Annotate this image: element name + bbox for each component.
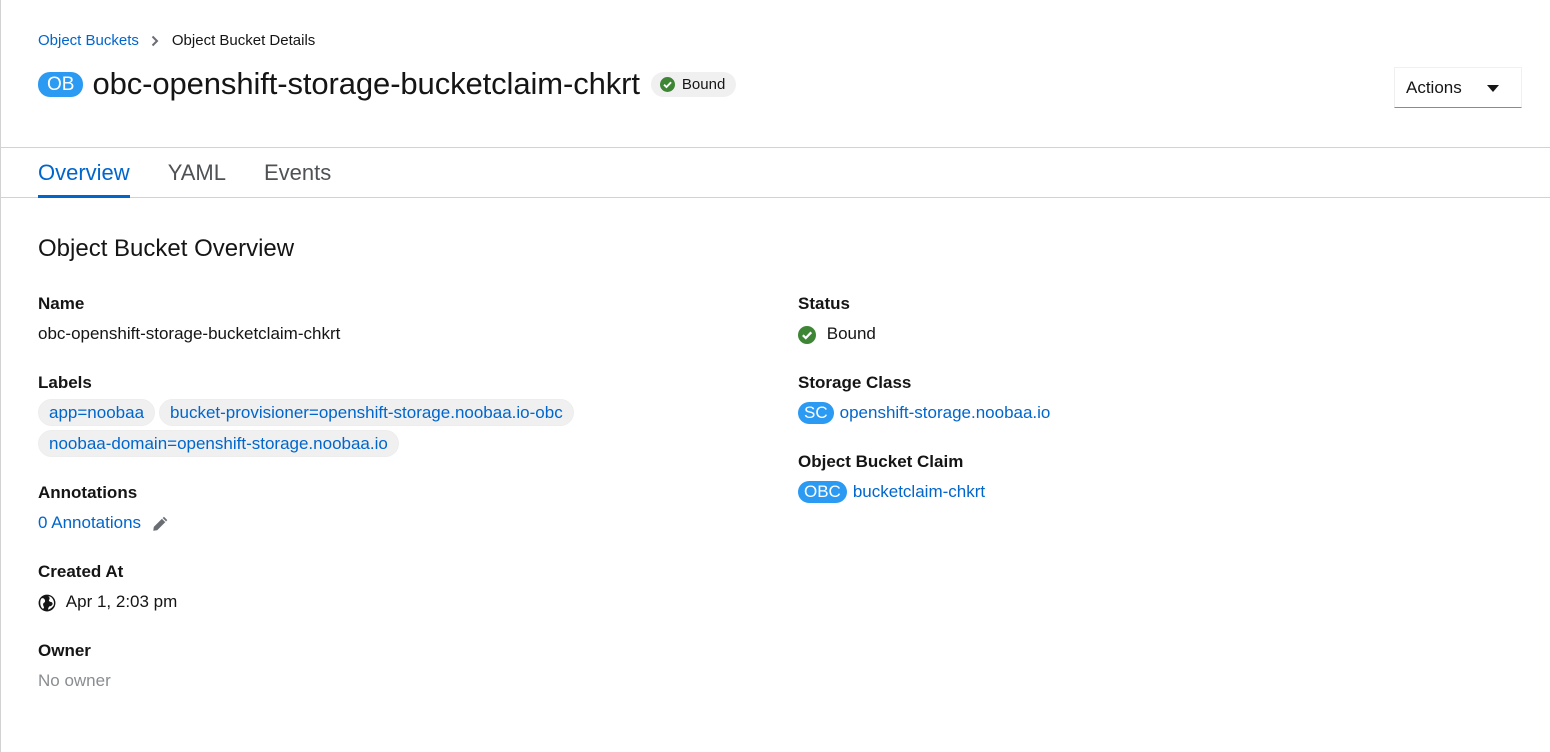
- check-circle-icon: [659, 76, 675, 92]
- tab-bar: Overview YAML Events: [38, 148, 369, 198]
- status-value: Bound: [826, 324, 876, 343]
- actions-dropdown[interactable]: Actions: [1394, 67, 1522, 108]
- tab-yaml[interactable]: YAML: [168, 148, 226, 198]
- labels-field: Labels app=noobaa bucket-provisioner=ope…: [38, 373, 738, 461]
- storage-class-field: Storage Class SC openshift-storage.noobaa…: [798, 373, 1498, 425]
- breadcrumb-current: Object Bucket Details: [171, 32, 316, 49]
- storage-class-badge: SC: [798, 402, 834, 424]
- label-chip[interactable]: app=noobaa: [38, 399, 156, 426]
- owner-label: Owner: [38, 641, 91, 660]
- object-bucket-claim-badge: OBC: [798, 481, 847, 503]
- status-label: Status: [798, 294, 850, 313]
- globe-icon: [38, 594, 56, 612]
- created-at-label: Created At: [38, 562, 124, 581]
- page-title: obc-openshift-storage-bucketclaim-chkrt: [92, 66, 640, 101]
- owner-field: Owner No owner: [38, 641, 738, 693]
- storage-class-label: Storage Class: [798, 373, 912, 392]
- breadcrumb: Object Buckets Object Bucket Details: [38, 32, 315, 49]
- annotations-label: Annotations: [38, 483, 138, 502]
- annotations-link[interactable]: 0 Annotations: [38, 513, 141, 532]
- name-field: Name obc-openshift-storage-bucketclaim-c…: [38, 294, 738, 346]
- label-chip[interactable]: noobaa-domain=openshift-storage.noobaa.i…: [38, 430, 399, 457]
- caret-down-icon: [1487, 85, 1499, 92]
- actions-label: Actions: [1406, 77, 1462, 97]
- created-at-row: Apr 1, 2:03 pm: [38, 590, 738, 614]
- status-field: Status Bound: [798, 294, 1498, 346]
- storage-class-link[interactable]: openshift-storage.noobaa.io: [840, 403, 1051, 422]
- resource-type-badge: OB: [38, 71, 84, 97]
- object-bucket-claim-label: Object Bucket Claim: [798, 452, 964, 471]
- page-header: OB obc-openshift-storage-bucketclaim-chk…: [38, 66, 737, 102]
- details-left-column: Name obc-openshift-storage-bucketclaim-c…: [38, 294, 738, 720]
- object-bucket-claim-row: OBC bucketclaim-chkrt: [798, 480, 1498, 504]
- status-row: Bound: [798, 322, 1498, 346]
- status-badge-label: Bound: [681, 75, 726, 93]
- check-circle-icon: [798, 325, 816, 344]
- status-badge: Bound: [650, 71, 737, 97]
- label-list: app=noobaa bucket-provisioner=openshift-…: [38, 399, 638, 461]
- labels-label: Labels: [38, 373, 92, 392]
- name-value: obc-openshift-storage-bucketclaim-chkrt: [38, 324, 341, 343]
- pencil-icon[interactable]: [151, 515, 169, 533]
- details-right-column: Status Bound Storage Class SC openshift-s…: [798, 294, 1498, 531]
- created-at-field: Created At Apr 1, 2:03 pm: [38, 562, 738, 614]
- tab-overview[interactable]: Overview: [38, 148, 130, 198]
- object-bucket-claim-field: Object Bucket Claim OBC bucketclaim-chkrt: [798, 452, 1498, 504]
- chevron-right-icon: [151, 35, 159, 47]
- storage-class-row: SC openshift-storage.noobaa.io: [798, 401, 1498, 425]
- annotations-field: Annotations 0 Annotations: [38, 483, 738, 535]
- tab-events[interactable]: Events: [264, 148, 331, 198]
- created-at-value: Apr 1, 2:03 pm: [65, 592, 178, 611]
- owner-value: No owner: [38, 671, 111, 690]
- object-bucket-claim-link[interactable]: bucketclaim-chkrt: [853, 482, 985, 501]
- section-title: Object Bucket Overview: [38, 235, 295, 262]
- annotations-row: 0 Annotations: [38, 511, 738, 535]
- breadcrumb-object-buckets-link[interactable]: Object Buckets: [38, 32, 139, 49]
- label-chip[interactable]: bucket-provisioner=openshift-storage.noo…: [159, 399, 574, 426]
- name-label: Name: [38, 294, 85, 313]
